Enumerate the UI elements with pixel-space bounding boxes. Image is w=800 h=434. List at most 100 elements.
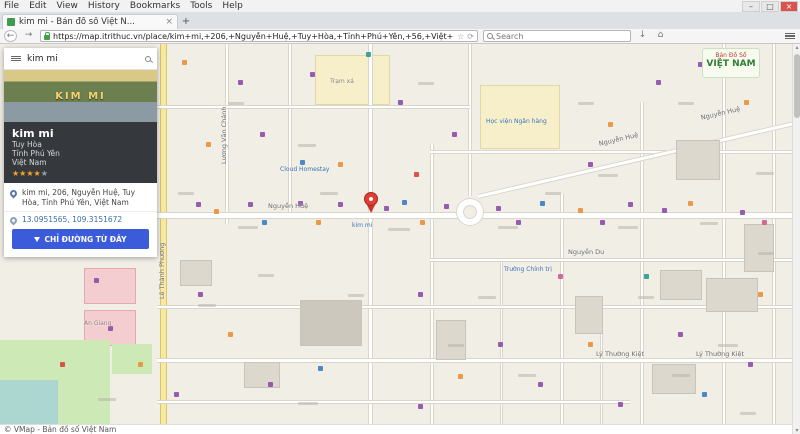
poi-icon[interactable] xyxy=(260,132,265,137)
road xyxy=(430,150,792,154)
poi-icon[interactable] xyxy=(444,204,449,209)
poi-icon[interactable] xyxy=(498,342,503,347)
menu-hamburger-icon[interactable] xyxy=(784,31,796,41)
minor-label xyxy=(518,374,536,377)
close-window-button[interactable]: × xyxy=(780,1,798,12)
poi-label: Trường Chính trị xyxy=(504,266,552,273)
maximize-button[interactable]: □ xyxy=(761,1,779,12)
map-search-bar[interactable] xyxy=(4,48,157,70)
poi-icon[interactable] xyxy=(338,162,343,167)
poi-icon[interactable] xyxy=(420,220,425,225)
forward-button[interactable]: → xyxy=(22,30,35,42)
page-scrollbar[interactable]: ▴ ▾ xyxy=(792,44,800,434)
poi-icon[interactable] xyxy=(540,201,545,206)
browser-search-input[interactable] xyxy=(496,32,627,41)
poi-icon[interactable] xyxy=(618,402,623,407)
poi-icon[interactable] xyxy=(228,332,233,337)
poi-icon[interactable] xyxy=(656,80,661,85)
poi-icon[interactable] xyxy=(268,382,273,387)
address-row[interactable]: kim mi, 206, Nguyễn Huệ, Tuy Hòa, Tỉnh P… xyxy=(4,183,157,212)
browser-search-bar[interactable] xyxy=(483,30,631,42)
poi-icon[interactable] xyxy=(452,132,457,137)
scrollbar-thumb[interactable] xyxy=(794,54,800,118)
poi-icon[interactable] xyxy=(538,382,543,387)
back-button[interactable]: ← xyxy=(4,30,17,42)
poi-icon[interactable] xyxy=(182,60,187,65)
poi-icon[interactable] xyxy=(338,202,343,207)
menu-history[interactable]: History xyxy=(88,1,120,11)
poi-icon[interactable] xyxy=(384,206,389,211)
poi-icon[interactable] xyxy=(248,202,253,207)
poi-icon[interactable] xyxy=(748,362,753,367)
poi-icon[interactable] xyxy=(744,100,749,105)
poi-icon[interactable] xyxy=(608,122,613,127)
poi-icon[interactable] xyxy=(310,72,315,77)
poi-icon[interactable] xyxy=(206,142,211,147)
menu-tools[interactable]: Tools xyxy=(190,1,212,11)
menu-edit[interactable]: Edit xyxy=(29,1,46,11)
poi-icon[interactable] xyxy=(414,172,419,177)
poi-icon[interactable] xyxy=(316,220,321,225)
scroll-down-icon[interactable]: ▾ xyxy=(793,427,800,434)
poi-icon[interactable] xyxy=(600,220,605,225)
poi-icon[interactable] xyxy=(762,220,767,225)
poi-icon[interactable] xyxy=(300,160,305,165)
minimize-button[interactable]: – xyxy=(742,1,760,12)
home-icon[interactable]: ⌂ xyxy=(654,30,667,42)
road xyxy=(157,105,470,109)
poi-icon[interactable] xyxy=(516,220,521,225)
reload-icon[interactable]: ⟳ xyxy=(467,32,474,41)
poi-icon[interactable] xyxy=(198,292,203,297)
poi-icon[interactable] xyxy=(214,209,219,214)
poi-icon[interactable] xyxy=(588,162,593,167)
poi-icon[interactable] xyxy=(94,278,99,283)
poi-icon[interactable] xyxy=(318,366,323,371)
address-bar[interactable]: ☆ ⟳ xyxy=(40,30,478,42)
menu-file[interactable]: File xyxy=(4,1,19,11)
minor-label xyxy=(700,222,718,225)
map-search-input[interactable] xyxy=(27,54,140,64)
poi-icon[interactable] xyxy=(418,292,423,297)
poi-icon[interactable] xyxy=(588,342,593,347)
new-tab-button[interactable]: + xyxy=(178,15,194,29)
poi-icon[interactable] xyxy=(458,374,463,379)
poi-icon[interactable] xyxy=(644,274,649,279)
rating-stars[interactable]: ★★★★★ xyxy=(12,169,149,178)
menu-bookmarks[interactable]: Bookmarks xyxy=(130,1,180,11)
poi-icon[interactable] xyxy=(262,220,267,225)
directions-button[interactable]: CHỈ ĐƯỜNG TỪ ĐÂY xyxy=(12,229,149,249)
poi-icon[interactable] xyxy=(366,52,371,57)
poi-icon[interactable] xyxy=(60,362,65,367)
poi-icon[interactable] xyxy=(174,392,179,397)
coordinates-row[interactable]: 13.0951565, 109.3151672 xyxy=(4,212,157,229)
poi-icon[interactable] xyxy=(402,200,407,205)
sidebar-hamburger-icon[interactable] xyxy=(10,54,22,64)
map-marker-pin[interactable] xyxy=(363,192,379,214)
poi-icon[interactable] xyxy=(496,206,501,211)
scroll-up-icon[interactable]: ▴ xyxy=(793,44,800,51)
poi-icon[interactable] xyxy=(702,392,707,397)
bookmark-star-icon[interactable]: ☆ xyxy=(457,32,464,41)
poi-icon[interactable] xyxy=(398,100,403,105)
tab-close-icon[interactable]: × xyxy=(165,17,173,27)
poi-icon[interactable] xyxy=(628,202,633,207)
place-photo[interactable]: KIM MI xyxy=(4,70,157,122)
poi-icon[interactable] xyxy=(138,362,143,367)
tab-kim-mi[interactable]: kim mi - Bản đồ số Việt N... × xyxy=(2,14,178,29)
poi-icon[interactable] xyxy=(688,201,693,206)
poi-icon[interactable] xyxy=(678,332,683,337)
poi-icon[interactable] xyxy=(418,404,423,409)
url-input[interactable] xyxy=(53,32,454,41)
poi-icon[interactable] xyxy=(558,274,563,279)
poi-icon[interactable] xyxy=(578,208,583,213)
poi-icon[interactable] xyxy=(196,202,201,207)
menu-view[interactable]: View xyxy=(57,1,78,11)
downloads-icon[interactable]: ↓ xyxy=(636,30,649,42)
menu-help[interactable]: Help xyxy=(222,1,243,11)
poi-icon[interactable] xyxy=(740,210,745,215)
map-canvas[interactable]: Bản Đồ Số VIỆT NAM KIM MI kim mi Tuy Hòa… xyxy=(0,44,792,424)
poi-icon[interactable] xyxy=(238,80,243,85)
map-search-icon[interactable] xyxy=(145,56,151,62)
poi-icon[interactable] xyxy=(662,208,667,213)
poi-icon[interactable] xyxy=(758,292,763,297)
